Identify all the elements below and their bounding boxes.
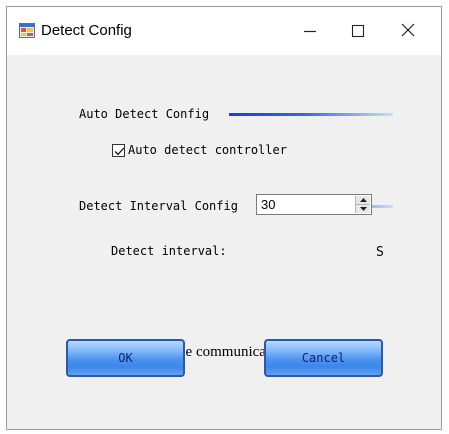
- detect-config-dialog: Detect Config Auto Detect Config Auto de…: [6, 6, 442, 430]
- maximize-button[interactable]: [338, 15, 378, 49]
- dialog-body: Auto Detect Config Auto detect controlle…: [7, 55, 441, 429]
- window-title: Detect Config: [41, 22, 132, 39]
- arrow-down-icon: [359, 207, 367, 211]
- interval-spinner[interactable]: 30: [256, 194, 372, 215]
- interval-group-label: Detect Interval Config: [79, 199, 238, 213]
- checkmark-icon: [114, 147, 125, 156]
- spinner-buttons: [355, 196, 370, 213]
- auto-detect-checkbox-label[interactable]: Auto detect controller: [128, 143, 287, 157]
- auto-detect-divider: [229, 113, 393, 116]
- app-window-icon: [19, 23, 35, 38]
- title-bar[interactable]: Detect Config: [7, 7, 441, 55]
- spinner-up-button[interactable]: [356, 196, 370, 204]
- arrow-up-icon: [359, 198, 367, 202]
- close-button[interactable]: [388, 15, 428, 49]
- minimize-icon: [303, 23, 317, 42]
- auto-detect-group-label: Auto Detect Config: [79, 107, 210, 121]
- cancel-button[interactable]: Cancel: [264, 339, 383, 377]
- minimize-button[interactable]: [290, 15, 330, 49]
- spinner-down-button[interactable]: [356, 204, 370, 213]
- close-icon: [400, 22, 416, 42]
- interval-unit: S: [376, 245, 384, 260]
- auto-detect-checkbox[interactable]: [112, 144, 125, 157]
- interval-value[interactable]: 30: [261, 197, 275, 212]
- maximize-icon: [351, 23, 365, 42]
- interval-field-label: Detect interval:: [111, 244, 227, 258]
- ok-button[interactable]: OK: [66, 339, 185, 377]
